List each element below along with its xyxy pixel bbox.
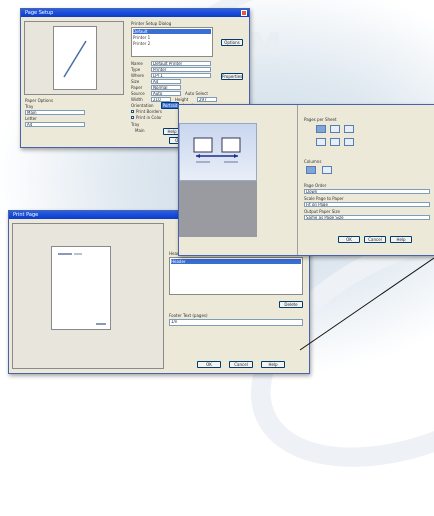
- callout-line: [299, 257, 434, 351]
